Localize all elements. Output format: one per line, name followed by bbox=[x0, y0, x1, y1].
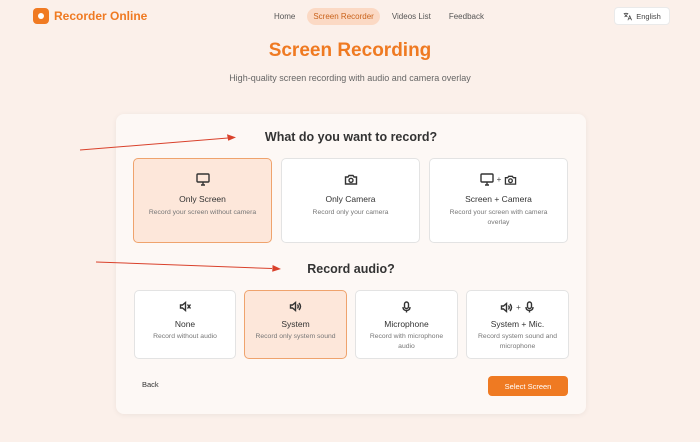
annotation-arrow-record bbox=[79, 134, 236, 151]
annotation-arrow-audio bbox=[95, 261, 281, 272]
annotation-arrows bbox=[79, 134, 281, 272]
